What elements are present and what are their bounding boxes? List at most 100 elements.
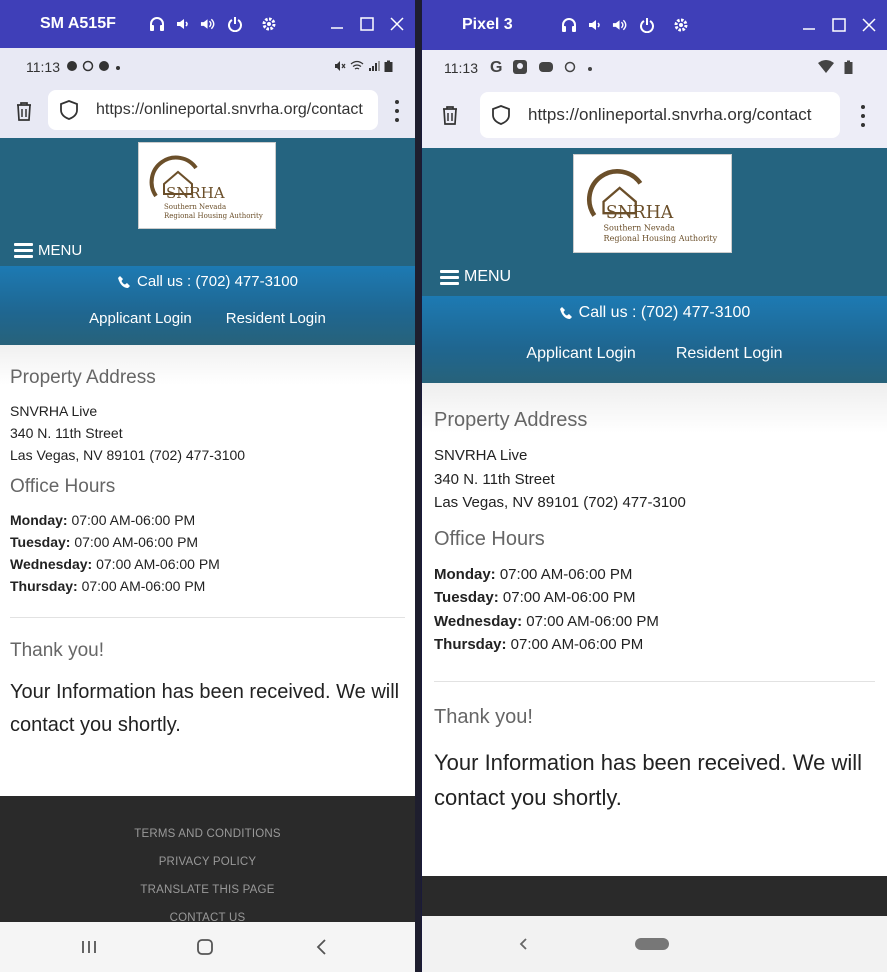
google-icon: G — [490, 59, 503, 76]
emulator-titlebar: SM A515F — [0, 0, 415, 48]
property-address: SNVRHA Live 340 N. 11th Street Las Vegas… — [434, 444, 875, 515]
alarm-icon — [82, 59, 94, 75]
hours-day: Wednesday: — [434, 612, 523, 630]
volume-down-icon[interactable] — [586, 17, 603, 34]
mute-icon — [334, 59, 346, 75]
hamburger-menu-icon[interactable] — [14, 243, 33, 258]
site-header: SNRHA Southern Nevada Regional Housing A… — [0, 138, 415, 266]
hours-row: Wednesday: 07:00 AM-06:00 PM — [434, 610, 875, 634]
address-line: 340 N. 11th Street — [434, 470, 555, 488]
property-address-heading: Property Address — [10, 367, 156, 388]
volume-down-icon[interactable] — [174, 16, 191, 33]
volume-up-icon[interactable] — [612, 17, 629, 34]
property-address-heading: Property Address — [434, 409, 588, 431]
close-icon[interactable] — [389, 16, 405, 32]
address-line: Las Vegas, NV 89101 (702) 477-3100 — [434, 494, 686, 511]
minimize-icon[interactable] — [329, 16, 345, 32]
hours-time: 07:00 AM-06:00 PM — [67, 512, 196, 528]
contact-bar: Call us : (702) 477-3100 Applicant Login… — [0, 266, 415, 345]
hours-row: Thursday: 07:00 AM-06:00 PM — [10, 575, 405, 597]
menu-label[interactable]: MENU — [38, 242, 82, 259]
trash-icon[interactable] — [439, 104, 461, 126]
address-bar[interactable]: https://onlineportal.snvrha.org/contact — [48, 90, 378, 130]
hours-row: Monday: 07:00 AM-06:00 PM — [434, 563, 875, 587]
trash-icon[interactable] — [13, 100, 35, 122]
address-line: Las Vegas, NV 89101 (702) 477-3100 — [10, 447, 246, 463]
address-line: 340 N. 11th Street — [10, 425, 123, 441]
page-content: Property Address SNVRHA Live 340 N. 11th… — [0, 345, 415, 796]
power-icon[interactable] — [638, 17, 655, 34]
home-pill-icon[interactable] — [635, 938, 669, 950]
hours-row: Tuesday: 07:00 AM-06:00 PM — [434, 586, 875, 610]
chat-icon — [538, 59, 554, 78]
hamburger-menu-icon[interactable] — [440, 269, 459, 285]
address-line: SNVRHA Live — [434, 447, 528, 464]
call-us-link[interactable]: Call us : (702) 477-3100 — [0, 273, 415, 290]
footer-link-translate[interactable]: TRANSLATE THIS PAGE — [0, 884, 415, 912]
call-us-text[interactable]: Call us : (702) 477-3100 — [137, 273, 298, 290]
maximize-icon[interactable] — [831, 17, 847, 33]
applicant-login-link[interactable]: Applicant Login — [89, 310, 192, 327]
close-icon[interactable] — [861, 17, 877, 33]
contact-bar: Call us : (702) 477-3100 Applicant Login… — [422, 296, 887, 383]
hours-time: 07:00 AM-06:00 PM — [522, 612, 659, 630]
sync-icon — [66, 59, 78, 75]
android-nav-bar — [0, 922, 415, 972]
settings-gear-icon[interactable] — [260, 16, 277, 33]
footer-link-terms[interactable]: TERMS AND CONDITIONS — [0, 828, 415, 856]
snrha-logo[interactable]: SNRHA Southern Nevada Regional Housing A… — [573, 154, 732, 253]
applicant-login-link[interactable]: Applicant Login — [526, 345, 635, 363]
hours-time: 07:00 AM-06:00 PM — [77, 578, 206, 594]
browser-menu-icon[interactable] — [860, 105, 866, 127]
site-header: SNRHA Southern Nevada Regional Housing A… — [422, 148, 887, 296]
status-clock: 11:13 — [26, 59, 60, 75]
power-icon[interactable] — [226, 16, 243, 33]
maximize-icon[interactable] — [359, 16, 375, 32]
hours-time: 07:00 AM-06:00 PM — [498, 589, 636, 606]
address-bar[interactable]: https://onlineportal.snvrha.org/contact — [480, 92, 840, 138]
url-text[interactable]: https://onlineportal.snvrha.org/contact — [528, 105, 812, 125]
browser-menu-icon[interactable] — [394, 100, 400, 122]
hours-time: 07:00 AM-06:00 PM — [92, 556, 220, 572]
browser-toolbar: https://onlineportal.snvrha.org/contact — [422, 86, 887, 148]
hours-row: Wednesday: 07:00 AM-06:00 PM — [10, 553, 405, 575]
home-icon[interactable] — [196, 938, 214, 956]
thank-you-heading: Thank you! — [10, 640, 104, 661]
headphones-icon[interactable] — [560, 17, 577, 34]
hours-row: Monday: 07:00 AM-06:00 PM — [10, 509, 405, 531]
address-line: SNVRHA Live — [10, 403, 98, 419]
confirmation-message: Your Information has been received. We w… — [10, 681, 400, 736]
shield-icon[interactable] — [58, 99, 80, 121]
battery-icon — [384, 59, 393, 75]
wifi-icon — [818, 59, 834, 77]
recents-icon[interactable] — [80, 939, 98, 955]
menu-button[interactable]: MENU — [440, 268, 511, 286]
headphones-icon[interactable] — [148, 16, 165, 33]
hours-time: 07:00 AM-06:00 PM — [495, 565, 633, 583]
call-us-text[interactable]: Call us : (702) 477-3100 — [579, 304, 751, 322]
page-content: Property Address SNVRHA Live 340 N. 11th… — [422, 383, 887, 876]
office-hours-list: Monday: 07:00 AM-06:00 PM Tuesday: 07:00… — [434, 563, 875, 657]
menu-label[interactable]: MENU — [464, 268, 511, 286]
battery-icon — [844, 60, 853, 77]
hours-day: Tuesday: — [10, 534, 71, 550]
back-icon[interactable] — [518, 937, 528, 951]
footer-link-privacy[interactable]: PRIVACY POLICY — [0, 856, 415, 884]
shield-icon[interactable] — [490, 104, 512, 126]
resident-login-link[interactable]: Resident Login — [226, 310, 326, 327]
call-us-link[interactable]: Call us : (702) 477-3100 — [422, 304, 887, 322]
snrha-logo[interactable]: SNRHA Southern Nevada Regional Housing A… — [138, 142, 276, 229]
device-window-pixel-3: Pixel 3 11:13 G https://onlineportal.snv… — [421, 0, 887, 972]
browser-toolbar: https://onlineportal.snvrha.org/contact — [0, 86, 415, 138]
device-name: Pixel 3 — [462, 16, 513, 33]
menu-button[interactable]: MENU — [14, 242, 82, 259]
phone-icon — [117, 275, 131, 289]
wifi-icon — [350, 59, 364, 75]
volume-up-icon[interactable] — [200, 16, 217, 33]
settings-gear-icon[interactable] — [672, 17, 689, 34]
resident-login-link[interactable]: Resident Login — [676, 345, 783, 363]
minimize-icon[interactable] — [801, 17, 817, 33]
phone-icon — [559, 306, 573, 320]
url-text[interactable]: https://onlineportal.snvrha.org/contact — [96, 101, 363, 119]
back-icon[interactable] — [314, 938, 328, 956]
